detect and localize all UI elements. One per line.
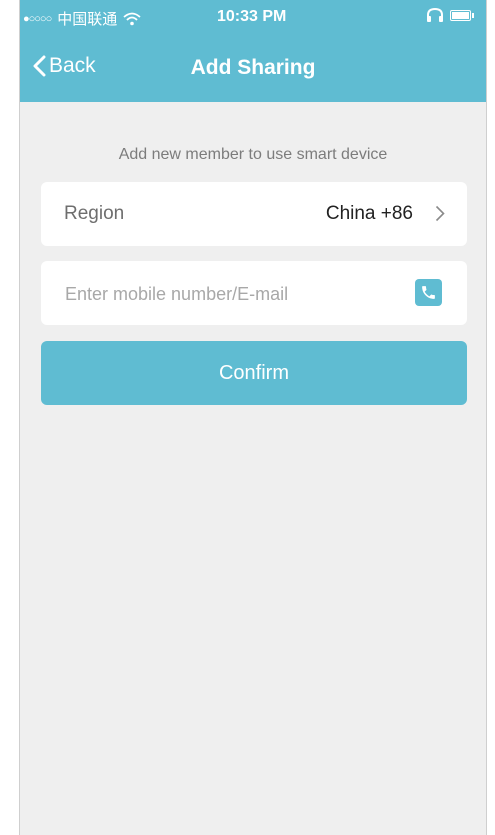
battery-icon bbox=[450, 9, 476, 22]
signal-strength: ●○○○○ bbox=[23, 12, 52, 25]
wifi-icon bbox=[123, 12, 141, 25]
app-screen: ●○○○○ 中国联通 10:33 PM Back Add Sharing Add… bbox=[19, 0, 487, 835]
carrier-name: 中国联通 bbox=[57, 11, 118, 28]
instruction-text: Add new member to use smart device bbox=[118, 146, 388, 163]
chevron-right-icon bbox=[435, 205, 445, 222]
confirm-button[interactable]: Confirm bbox=[41, 341, 467, 405]
region-label: Region bbox=[64, 203, 125, 224]
contact-field-row bbox=[41, 261, 467, 327]
phone-icon bbox=[422, 286, 435, 299]
header-bar: ●○○○○ 中国联通 10:33 PM Back Add Sharing bbox=[20, 0, 486, 102]
status-right bbox=[426, 8, 476, 22]
status-bar: ●○○○○ 中国联通 10:33 PM bbox=[20, 0, 486, 32]
page-title: Add Sharing bbox=[190, 56, 316, 79]
region-selector[interactable]: Region China +86 bbox=[41, 182, 467, 246]
headphone-icon bbox=[427, 8, 443, 22]
mobile-email-input[interactable] bbox=[63, 261, 387, 327]
status-left: ●○○○○ 中国联通 bbox=[23, 8, 141, 29]
contacts-button[interactable] bbox=[415, 279, 442, 306]
status-time: 10:33 PM bbox=[217, 8, 287, 25]
region-value: China +86 bbox=[325, 203, 413, 224]
